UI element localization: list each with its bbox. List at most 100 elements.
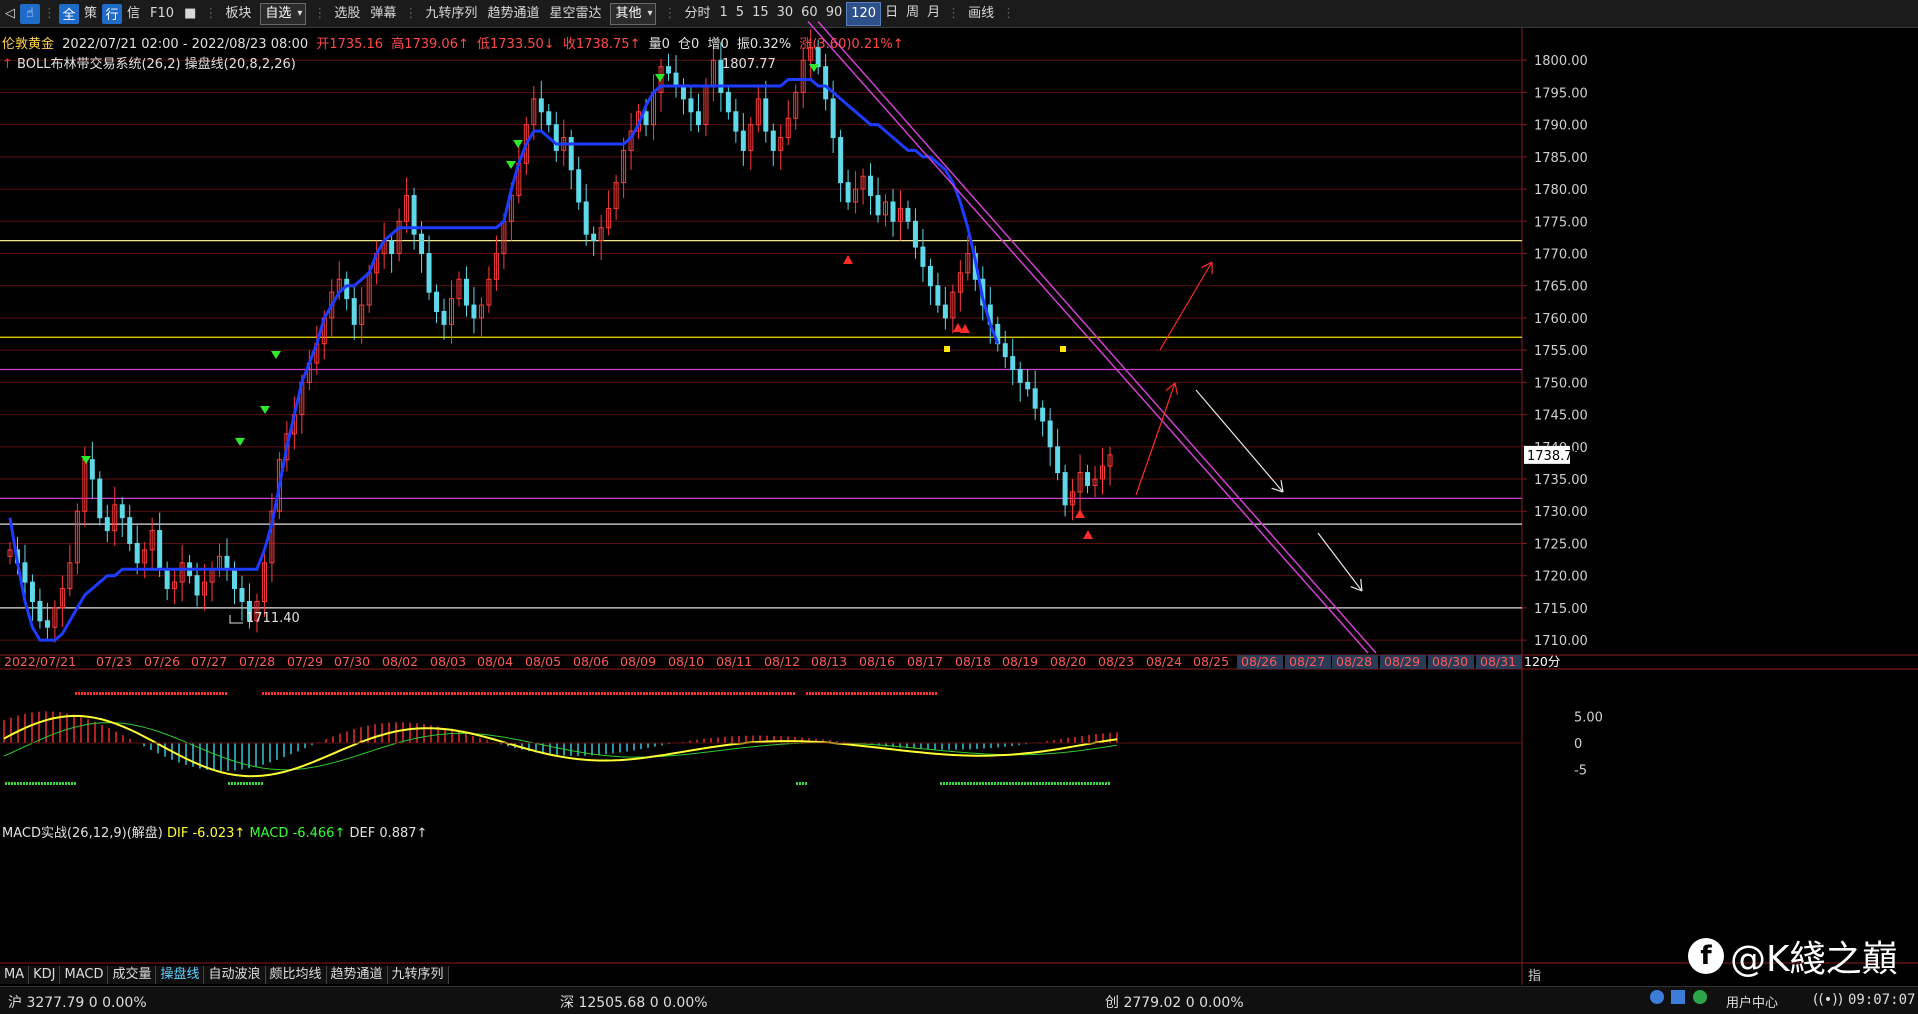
indicator-tab-8[interactable]: 九转序列: [388, 966, 449, 984]
indicator-tab-2[interactable]: MACD: [60, 966, 109, 984]
candle-body: [127, 517, 133, 544]
macd-signal-dot: [806, 692, 808, 695]
status-icons[interactable]: [1650, 990, 1707, 1008]
macd-signal-dot: [625, 692, 627, 695]
macd-signal-dot: [592, 692, 594, 695]
red-arrow-icon: ↑: [2, 57, 13, 72]
macd-signal-dot: [896, 692, 898, 695]
candle-body: [1055, 446, 1061, 474]
macd-signal-dot: [769, 692, 771, 695]
macd-signal-dot: [376, 692, 378, 695]
macd-signal-dot: [316, 692, 318, 695]
macd-signal-dot: [1000, 782, 1002, 785]
macd-signal-dot: [526, 692, 528, 695]
macd-signal-dot: [724, 692, 726, 695]
macd-signal-dot: [988, 782, 990, 785]
sell-signal-red-arrow-icon: [843, 255, 853, 264]
macd-signal-dot: [917, 692, 919, 695]
macd-signal-dot: [682, 692, 684, 695]
candle-body: [680, 85, 686, 100]
macd-signal-dot: [727, 692, 729, 695]
macd-signal-dot: [652, 692, 654, 695]
candle-body: [920, 246, 926, 267]
macd-signal-dot: [688, 692, 690, 695]
macd-signal-dot: [1060, 782, 1062, 785]
candle-body: [740, 130, 746, 151]
macd-signal-dot: [352, 692, 354, 695]
price-tick-label: 1715.00: [1534, 602, 1588, 617]
indicator-tab-0[interactable]: MA: [0, 966, 30, 984]
date-tick-label: 2022/07/21: [4, 654, 76, 669]
macd-signal-dot: [240, 782, 242, 785]
indicator-tab-6[interactable]: 颇比均线: [266, 966, 327, 984]
macd-signal-dot: [96, 692, 98, 695]
candle-body: [823, 66, 829, 100]
macd-signal-dot: [793, 692, 795, 695]
macd-signal-dot: [74, 782, 76, 785]
macd-signal-dot: [923, 692, 925, 695]
indicator-tab-4[interactable]: 操盘线: [156, 966, 205, 984]
macd-signal-dot: [1096, 782, 1098, 785]
macd-signal-dot: [225, 692, 227, 695]
macd-signal-dot: [994, 782, 996, 785]
macd-signal-dot: [733, 692, 735, 695]
macd-signal-dot: [334, 692, 336, 695]
price-tick-label: 1785.00: [1534, 151, 1588, 166]
candle-body: [157, 530, 163, 570]
candle-body: [583, 201, 589, 235]
indicator-tab-3[interactable]: 成交量: [108, 966, 157, 984]
macd-signal-dot: [982, 782, 984, 785]
date-tick-label: 08/17: [907, 654, 943, 669]
macd-signal-dot: [860, 692, 862, 695]
macd-signal-dot: [192, 692, 194, 695]
macd-signal-dot: [991, 782, 993, 785]
macd-signal-dot: [712, 692, 714, 695]
indicator-tab-5[interactable]: 自动波浪: [204, 966, 266, 984]
macd-signal-dot: [75, 692, 77, 695]
candle-body: [1025, 381, 1031, 390]
macd-signal-dot: [84, 692, 86, 695]
macd-signal-dot: [1018, 782, 1020, 785]
macd-signal-dot: [364, 692, 366, 695]
macd-signal-dot: [664, 692, 666, 695]
user-center-link[interactable]: 用户中心: [1726, 992, 1778, 1011]
candle-body: [591, 233, 597, 242]
macd-signal-dot: [848, 692, 850, 695]
watermark-text: @K綫之巔: [1730, 939, 1898, 980]
macd-signal-dot: [1021, 782, 1023, 785]
macd-signal-dot: [610, 692, 612, 695]
candle-body: [1010, 356, 1016, 370]
macd-signal-dot: [274, 692, 276, 695]
candle-body: [666, 66, 672, 74]
candle-body: [134, 542, 140, 564]
price-tick-label: 1790.00: [1534, 119, 1588, 134]
macd-signal-dot: [796, 782, 798, 785]
date-tick-label: 08/04: [477, 654, 513, 669]
buy-signal-green-arrow-icon: [513, 140, 523, 148]
date-tick-label: 08/06: [573, 654, 609, 669]
macd-signal-dot: [1024, 782, 1026, 785]
macd-signal-dot: [490, 692, 492, 695]
macd-signal-dot: [583, 692, 585, 695]
indicator-tab-1[interactable]: KDJ: [29, 966, 61, 984]
macd-signal-dot: [920, 692, 922, 695]
macd-signal-dot: [71, 782, 73, 785]
macd-signal-dot: [505, 692, 507, 695]
yellow-marker: [1060, 346, 1066, 352]
macd-signal-dot: [105, 692, 107, 695]
macd-signal-dot: [68, 782, 70, 785]
macd-signal-dot: [745, 692, 747, 695]
boll-indicator-label: ↑ BOLL布林带交易系统(26,2) 操盘线(20,8,2,26): [2, 53, 296, 72]
macd-signal-dot: [640, 692, 642, 695]
macd-signal-dot: [460, 692, 462, 695]
candle-body: [1040, 407, 1046, 422]
macd-signal-dot: [736, 692, 738, 695]
macd-signal-dot: [328, 692, 330, 695]
indicator-tab-7[interactable]: 趋势通道: [327, 966, 388, 984]
macd-signal-dot: [189, 692, 191, 695]
macd-signal-dot: [246, 782, 248, 785]
signal-icon: ((•)): [1813, 992, 1844, 1008]
macd-signal-dot: [517, 692, 519, 695]
candle-body: [471, 304, 477, 319]
price-tick-label: 1725.00: [1534, 537, 1588, 552]
